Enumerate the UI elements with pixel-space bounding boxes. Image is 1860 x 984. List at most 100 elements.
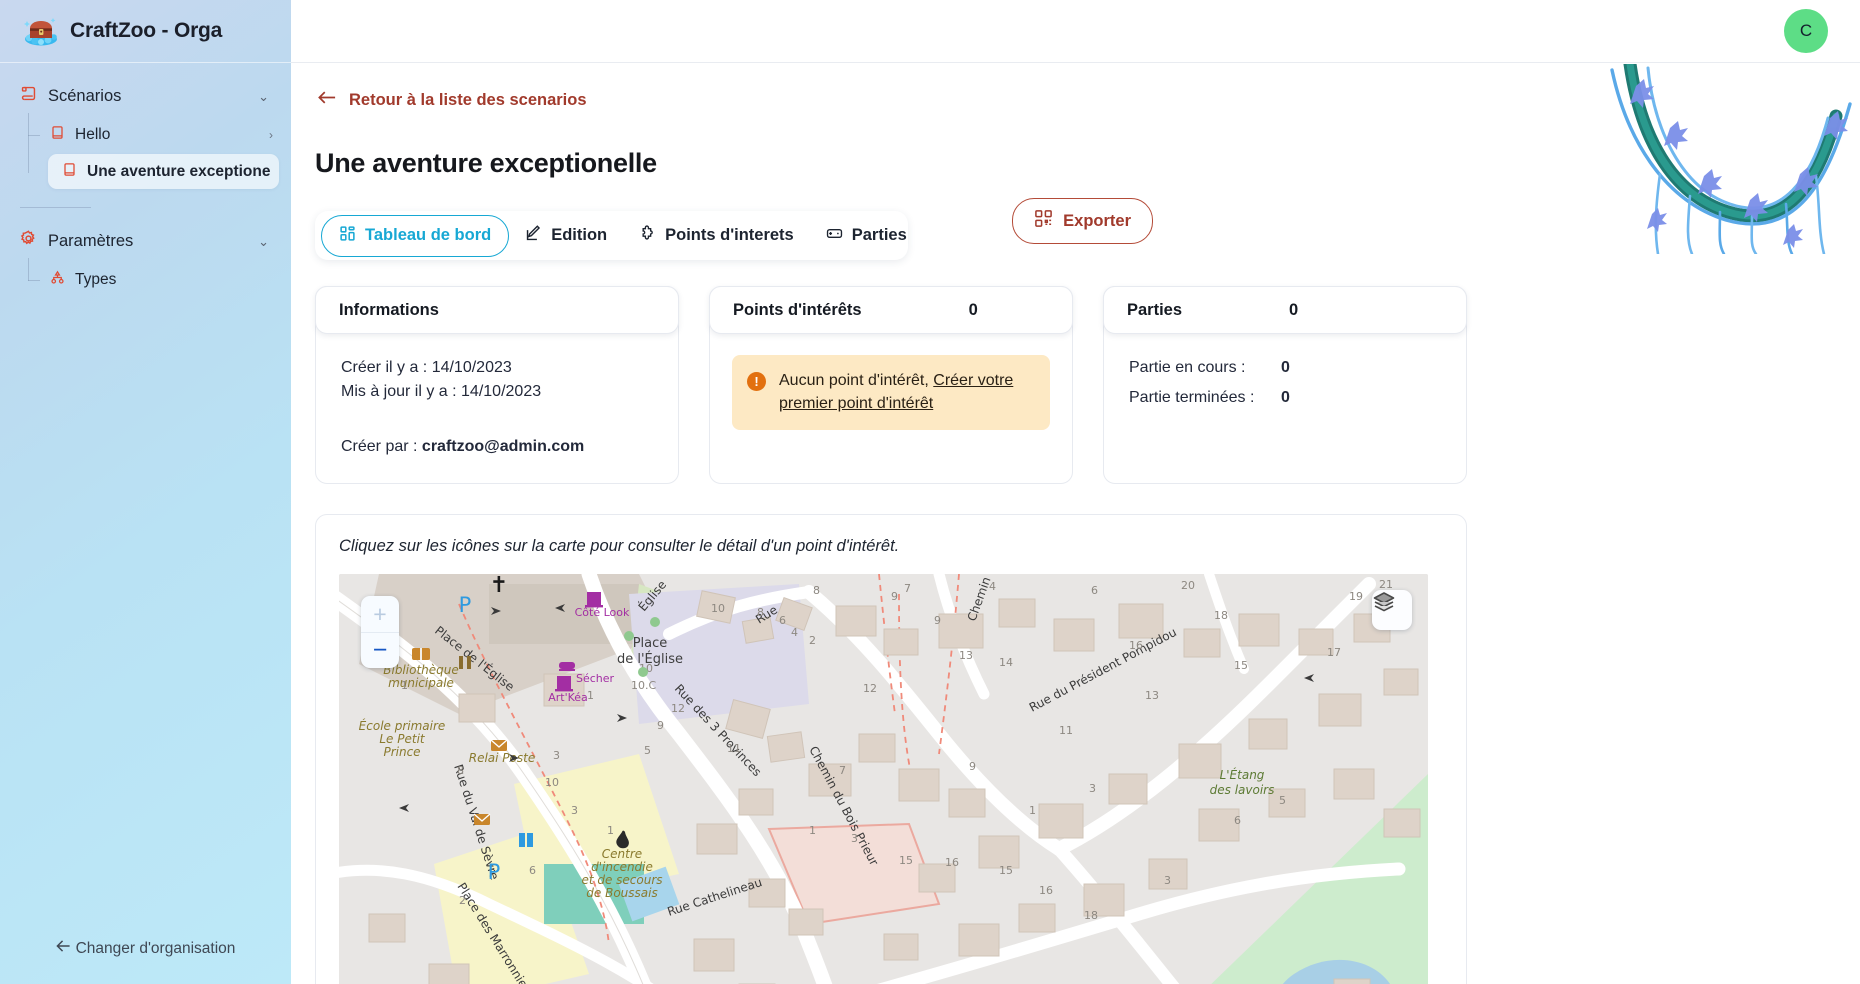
sidebar-subitems-scenarios: Hello › Une aventure exceptione (0, 113, 291, 189)
sidebar-item-label: Hello (75, 125, 111, 143)
sidebar-item-hello[interactable]: Hello › (0, 117, 279, 152)
svg-text:18: 18 (1084, 909, 1098, 922)
card-title: Parties (1127, 300, 1183, 319)
tab-parties[interactable]: Parties (810, 215, 923, 257)
svg-text:École primaire: École primaire (359, 718, 446, 733)
map-layers-button[interactable] (1372, 590, 1412, 631)
avatar[interactable]: C (1784, 9, 1828, 53)
card-count: 0 (1289, 300, 1299, 319)
created-line: Créer il y a : 14/10/2023 (341, 356, 653, 380)
treasure-chest-icon (24, 16, 58, 46)
change-organisation-link[interactable]: Changer d'organisation (0, 939, 291, 958)
card-header: Points d'intérêts 0 (709, 286, 1073, 335)
svg-text:14: 14 (999, 656, 1013, 669)
arrow-left-icon (318, 90, 336, 110)
svg-text:Le Petit: Le Petit (379, 732, 426, 746)
svg-text:11: 11 (1059, 724, 1073, 737)
sidebar-group-parametres[interactable]: Paramètres ⌄ (0, 222, 291, 260)
tab-bar: Tableau de bord Edition Points d'interet… (315, 211, 908, 261)
svg-text:3: 3 (571, 804, 578, 817)
row-value: 0 (1281, 389, 1290, 407)
sidebar: CraftZoo - Orga Scénarios ⌄ Hello › Une … (0, 0, 291, 984)
svg-text:10: 10 (545, 776, 559, 789)
svg-text:10: 10 (711, 602, 725, 615)
back-to-scenarios-link[interactable]: Retour à la liste des scenarios (318, 90, 587, 110)
svg-text:2: 2 (809, 634, 816, 647)
created-label: Créer il y a : (341, 359, 432, 377)
svg-text:8: 8 (757, 606, 764, 619)
page-content: Retour à la liste des scenarios Une aven… (291, 63, 1860, 984)
svg-text:18: 18 (1214, 609, 1228, 622)
svg-text:15: 15 (899, 854, 913, 867)
sidebar-item-label: Une aventure exceptione (87, 162, 271, 180)
chevron-down-icon[interactable]: ⌄ (258, 235, 269, 248)
summary-cards: Informations Créer il y a : 14/10/2023 M… (315, 286, 1467, 485)
sidebar-group-scenarios[interactable]: Scénarios ⌄ (0, 77, 291, 115)
tab-label: Tableau de bord (365, 226, 492, 245)
card-title: Points d'intérêts (733, 300, 862, 319)
svg-text:20: 20 (1181, 579, 1195, 592)
card-header: Parties 0 (1103, 286, 1467, 335)
tab-edition[interactable]: Edition (509, 215, 623, 257)
chevron-down-icon[interactable]: ⌄ (258, 90, 269, 103)
brand-header[interactable]: CraftZoo - Orga (0, 0, 291, 63)
svg-text:17: 17 (1327, 646, 1341, 659)
svg-text:11: 11 (727, 742, 741, 755)
svg-text:9: 9 (657, 719, 664, 732)
svg-text:et de secours: et de secours (581, 873, 662, 887)
svg-text:Côté Look: Côté Look (575, 606, 630, 619)
updated-value: 14/10/2023 (461, 383, 542, 401)
card-count: 0 (968, 300, 978, 319)
map-zoom-out-button[interactable]: − (361, 632, 399, 668)
svg-text:5: 5 (644, 744, 651, 757)
tab-label: Edition (551, 226, 608, 245)
main-area: C Retour à la liste des scenarios Une av… (291, 0, 1860, 984)
svg-text:8: 8 (813, 584, 820, 597)
sidebar-group-label: Paramètres (48, 231, 134, 250)
chevron-right-icon[interactable]: › (269, 128, 279, 142)
export-button[interactable]: Exporter (1012, 198, 1153, 244)
qr-code-icon (1034, 209, 1053, 233)
sidebar-item-une-aventure-exceptionelle[interactable]: Une aventure exceptione (48, 154, 279, 189)
pencil-square-icon (525, 224, 542, 247)
no-points-alert: ! Aucun point d'intérêt, Créer votre pre… (732, 355, 1050, 430)
svg-text:Prince: Prince (383, 745, 420, 759)
svg-text:de Boussais: de Boussais (586, 886, 657, 900)
change-organisation-label: Changer d'organisation (75, 939, 236, 957)
map-canvas[interactable]: Église Rue Place de l'Église Chemin du B… (339, 574, 1428, 984)
tab-tableau-de-bord[interactable]: Tableau de bord (321, 214, 510, 257)
export-button-label: Exporter (1063, 211, 1131, 230)
card-header: Informations (315, 286, 679, 335)
svg-text:12: 12 (863, 682, 877, 695)
topbar: C (291, 0, 1860, 63)
svg-text:7: 7 (839, 764, 846, 777)
card-body: Créer il y a : 14/10/2023 Mis à jour il … (316, 334, 678, 459)
sidebar-item-types[interactable]: Types (0, 262, 279, 297)
svg-text:2: 2 (459, 894, 466, 907)
svg-text:6: 6 (529, 864, 536, 877)
exclamation-circle-icon: ! (747, 372, 766, 392)
svg-text:12: 12 (671, 702, 685, 715)
scroll-icon (20, 85, 37, 107)
card-parties: Parties 0 Partie en cours : 0 Partie ter… (1103, 286, 1467, 485)
svg-text:9: 9 (891, 590, 898, 603)
card-points-dinterets: Points d'intérêts 0 ! Aucun point d'inté… (709, 286, 1073, 485)
back-link-label: Retour à la liste des scenarios (349, 90, 587, 109)
map-zoom-controls[interactable]: + − (361, 596, 399, 669)
svg-text:13: 13 (1145, 689, 1159, 702)
card-informations: Informations Créer il y a : 14/10/2023 M… (315, 286, 679, 485)
hierarchy-icon (50, 270, 65, 290)
parties-row-terminees: Partie terminées : 0 (1129, 386, 1441, 410)
svg-text:6: 6 (1091, 584, 1098, 597)
gear-icon (20, 230, 37, 252)
map-panel: Cliquez sur les icônes sur la carte pour… (315, 514, 1467, 984)
map-zoom-in-button[interactable]: + (361, 596, 399, 632)
svg-text:P: P (459, 593, 472, 617)
svg-text:5: 5 (1279, 794, 1286, 807)
tab-points-dinterets[interactable]: Points d'interets (623, 215, 810, 257)
card-body: Partie en cours : 0 Partie terminées : 0 (1104, 334, 1466, 411)
svg-text:9: 9 (969, 760, 976, 773)
svg-text:16: 16 (1129, 639, 1143, 652)
map-hint: Cliquez sur les icônes sur la carte pour… (339, 537, 900, 556)
svg-text:4: 4 (989, 580, 996, 593)
